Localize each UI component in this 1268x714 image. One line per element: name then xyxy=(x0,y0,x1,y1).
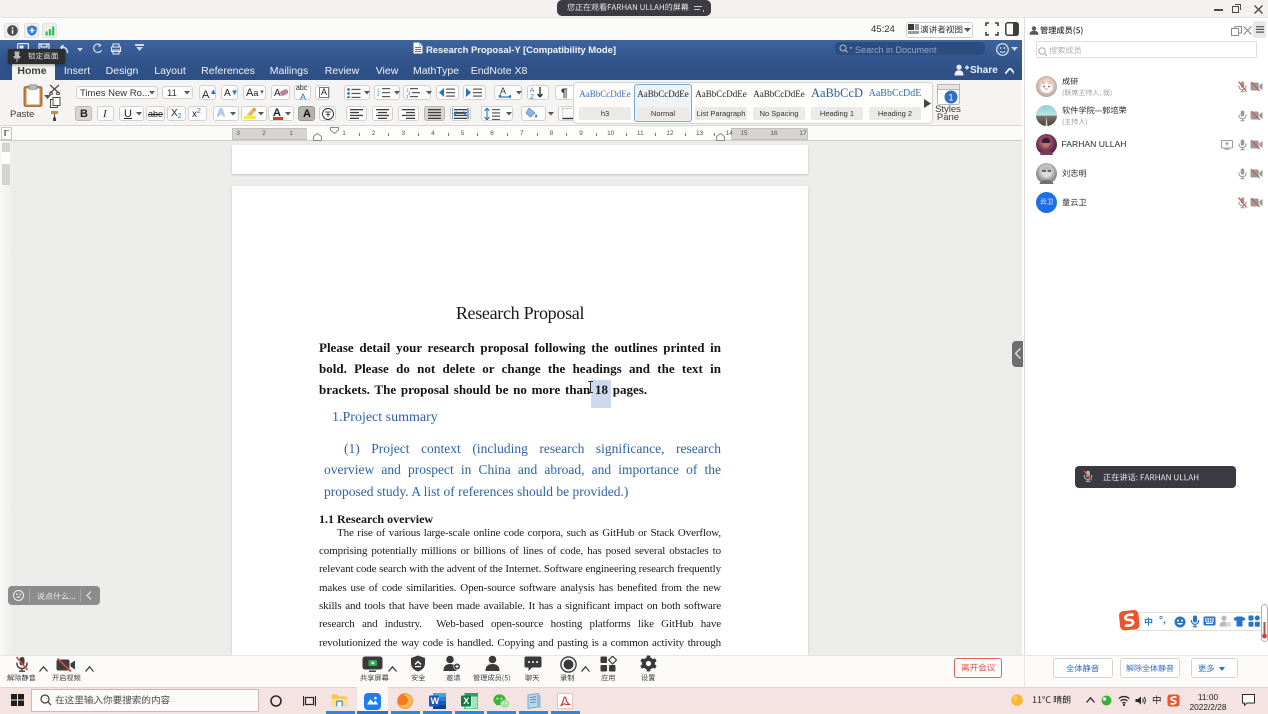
svg-text:W: W xyxy=(431,696,440,706)
svg-text:1: 1 xyxy=(949,93,954,103)
svg-text:A: A xyxy=(274,88,281,98)
svg-text:A: A xyxy=(530,87,535,94)
svg-text:X: X xyxy=(463,696,469,706)
svg-text:2: 2 xyxy=(377,92,380,97)
svg-text:Z: Z xyxy=(530,94,534,99)
